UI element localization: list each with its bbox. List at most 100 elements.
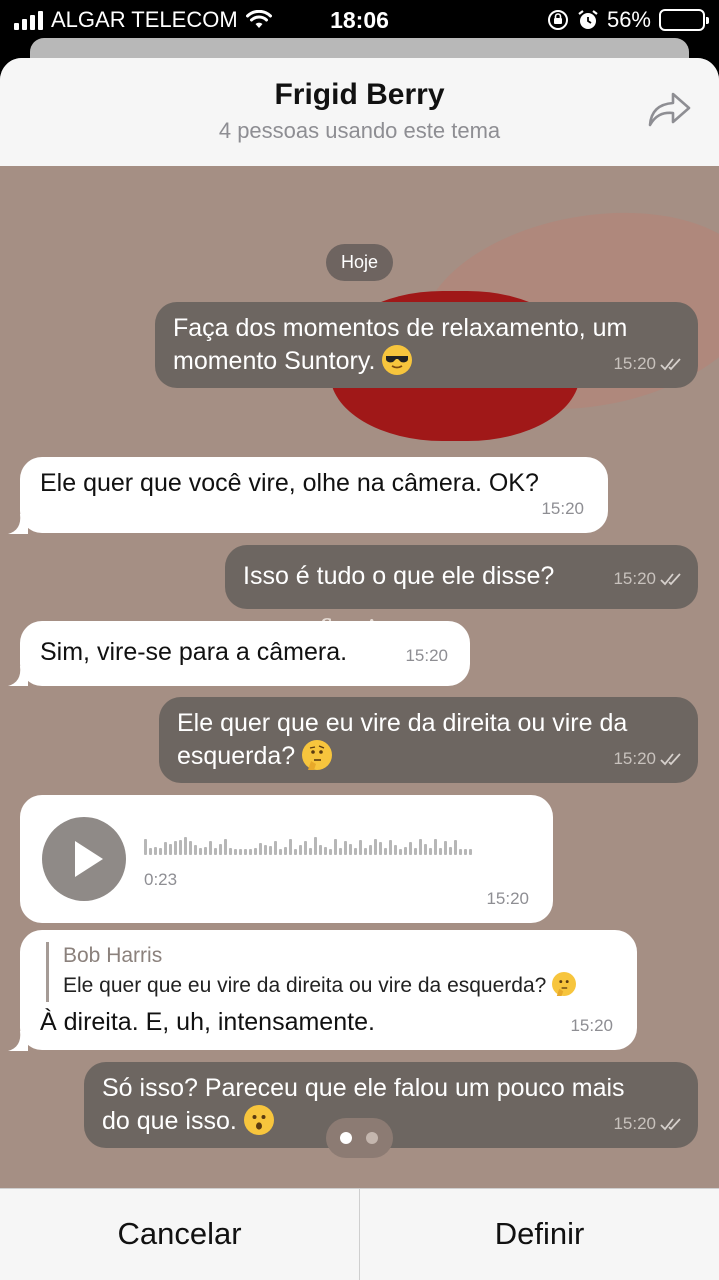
waveform-bar <box>389 840 392 855</box>
waveform-bar <box>249 849 252 855</box>
waveform-bar <box>274 841 277 855</box>
waveform-bar <box>164 842 167 855</box>
waveform-bar <box>174 841 177 855</box>
waveform-bar <box>289 839 292 855</box>
waveform-bar <box>374 839 377 855</box>
waveform-bar <box>229 848 232 855</box>
waveform-bar <box>239 849 242 855</box>
waveform-bar <box>359 840 362 855</box>
waveform-bar <box>334 839 337 855</box>
waveform-bar <box>234 849 237 855</box>
page-dot <box>366 1132 378 1144</box>
waveform-bar <box>344 841 347 855</box>
message-bubble-outgoing[interactable]: Ele quer que eu vire da direita ou vire … <box>159 697 698 783</box>
reply-quote[interactable]: Bob Harris Ele quer que eu vire da direi… <box>46 942 577 1002</box>
message-bubble-incoming[interactable]: Sim, vire-se para a câmera. 15:20 <box>20 621 470 686</box>
voice-message-bubble[interactable]: 0:23 15:20 <box>20 795 553 923</box>
message-text: Sim, vire-se para a câmera. <box>40 638 348 666</box>
waveform-bar <box>224 839 227 855</box>
waveform-bar <box>189 841 192 855</box>
waveform-bar <box>439 848 442 855</box>
set-theme-button[interactable]: Definir <box>360 1189 719 1280</box>
cancel-button[interactable]: Cancelar <box>0 1189 359 1280</box>
waveform-bar <box>214 848 217 855</box>
date-separator: Hoje <box>326 244 393 281</box>
waveform-bar <box>369 845 372 855</box>
alarm-icon <box>578 10 598 29</box>
message-meta: 15:20 <box>613 742 684 775</box>
waveform-bar <box>354 848 357 855</box>
reply-author: Bob Harris <box>63 944 163 967</box>
page-indicator[interactable] <box>326 1118 393 1158</box>
message-meta: 15:20 <box>613 1107 684 1140</box>
message-time: 15:20 <box>486 889 529 908</box>
waveform-bar <box>269 846 272 855</box>
message-text: momento Suntory. <box>173 347 376 375</box>
message-bubble-incoming[interactable]: Ele quer que você vire, olhe na câmera. … <box>20 457 608 533</box>
message-bubble-outgoing[interactable]: Faça dos momentos de relaxamento, um mom… <box>155 302 698 388</box>
waveform-bar <box>394 845 397 855</box>
waveform-bar <box>149 848 152 855</box>
message-time: 15:20 <box>541 499 584 518</box>
waveform-bar <box>284 847 287 855</box>
waveform-bar <box>219 844 222 855</box>
message-meta: 15:20 <box>405 639 448 672</box>
waveform-bar <box>204 847 207 855</box>
waveform-bar <box>169 844 172 855</box>
audio-waveform[interactable] <box>144 831 534 855</box>
waveform-bar <box>309 848 312 855</box>
message-time: 15:20 <box>613 749 656 768</box>
double-check-icon <box>660 572 681 585</box>
share-icon[interactable] <box>647 90 693 130</box>
waveform-bar <box>179 840 182 855</box>
status-bar: ALGAR TELECOM 18:06 56% <box>0 0 719 40</box>
waveform-bar <box>199 848 202 855</box>
message-meta: 15:20 <box>486 882 529 915</box>
waveform-bar <box>349 844 352 855</box>
waveform-bar <box>294 849 297 855</box>
waveform-bar <box>259 843 262 855</box>
waveform-bar <box>194 845 197 855</box>
waveform-bar <box>154 847 157 855</box>
waveform-bar <box>409 842 412 855</box>
message-text: Faça dos momentos de relaxamento, um <box>173 314 628 342</box>
waveform-bar <box>364 848 367 855</box>
message-time: 15:20 <box>613 569 656 588</box>
waveform-bar <box>244 849 247 855</box>
thinking-emoji-icon <box>552 972 577 996</box>
message-text: do que isso. <box>102 1107 237 1135</box>
message-text: Ele quer que você vire, olhe na câmera. … <box>40 469 539 497</box>
battery-percent: 56% <box>606 7 651 32</box>
waveform-bar <box>454 840 457 855</box>
message-bubble-incoming[interactable]: Bob Harris Ele quer que eu vire da direi… <box>20 930 637 1050</box>
thinking-emoji-icon <box>302 740 333 770</box>
waveform-bar <box>379 842 382 855</box>
sheet-header: Frigid Berry 4 pessoas usando este tema <box>0 58 719 166</box>
message-meta: 15:20 <box>613 562 684 595</box>
waveform-bar <box>304 841 307 855</box>
battery-icon <box>659 9 709 31</box>
waveform-bar <box>184 837 187 855</box>
waveform-bar <box>299 845 302 855</box>
waveform-bar <box>254 848 257 855</box>
message-meta: 15:20 <box>613 347 684 380</box>
message-bubble-outgoing[interactable]: Isso é tudo o que ele disse? 15:20 <box>225 545 698 609</box>
theme-preview-sheet: Frigid Berry 4 pessoas usando este tema … <box>0 58 719 1280</box>
double-check-icon <box>660 1117 681 1130</box>
double-check-icon <box>660 752 681 765</box>
waveform-bar <box>339 848 342 855</box>
message-text: esquerda? <box>177 742 296 770</box>
waveform-bar <box>209 841 212 855</box>
waveform-bar <box>264 845 267 855</box>
message-text: À direita. E, uh, intensamente. <box>40 1008 375 1036</box>
waveform-bar <box>469 849 472 855</box>
waveform-bar <box>414 848 417 855</box>
waveform-bar <box>449 847 452 855</box>
waveform-bar <box>314 837 317 855</box>
play-button[interactable] <box>42 817 126 901</box>
message-time: 15:20 <box>613 1114 656 1133</box>
message-text: Só isso? Pareceu que ele falou um pouco … <box>102 1074 625 1102</box>
double-check-icon <box>660 357 681 370</box>
waveform-bar <box>464 849 467 855</box>
waveform-bar <box>319 845 322 855</box>
